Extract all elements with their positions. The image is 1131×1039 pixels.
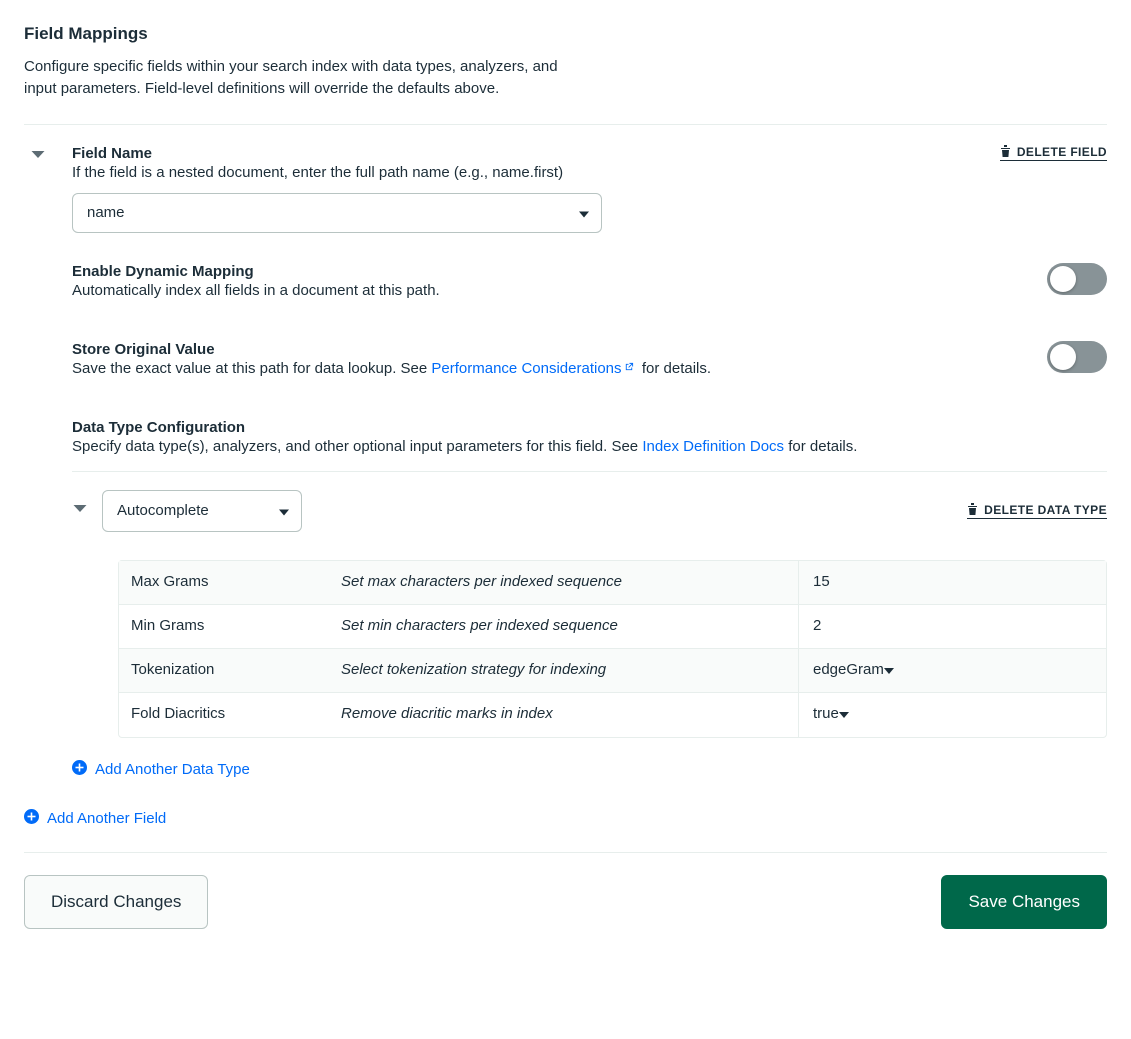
caret-down-icon xyxy=(279,502,289,519)
add-data-type-button[interactable]: Add Another Data Type xyxy=(72,760,250,779)
param-value-select[interactable]: true xyxy=(798,693,1106,737)
chevron-down-icon[interactable] xyxy=(30,150,46,167)
caret-down-icon xyxy=(579,204,589,221)
divider xyxy=(24,852,1107,853)
field-block: Field Name If the field is a nested docu… xyxy=(24,145,1107,779)
param-desc: Remove diacritic marks in index xyxy=(329,693,798,737)
store-original-desc: Save the exact value at this path for da… xyxy=(72,360,1007,377)
param-row: TokenizationSelect tokenization strategy… xyxy=(119,649,1106,693)
caret-down-icon xyxy=(884,661,894,678)
param-desc: Set max characters per indexed sequence xyxy=(329,561,798,604)
add-data-type-label: Add Another Data Type xyxy=(95,761,250,778)
param-name: Max Grams xyxy=(119,561,329,604)
param-value-input[interactable]: 2 xyxy=(798,605,1106,648)
divider xyxy=(72,471,1107,472)
delete-data-type-label: DELETE DATA TYPE xyxy=(984,503,1107,517)
store-original-label: Store Original Value xyxy=(72,341,1007,358)
trash-icon xyxy=(1000,145,1011,160)
trash-icon xyxy=(967,503,978,518)
param-name: Fold Diacritics xyxy=(119,693,329,737)
chevron-down-icon[interactable] xyxy=(72,501,88,521)
param-row: Min GramsSet min characters per indexed … xyxy=(119,605,1106,649)
plus-circle-icon xyxy=(24,809,39,828)
field-name-hint: If the field is a nested document, enter… xyxy=(72,164,563,181)
plus-circle-icon xyxy=(72,760,87,779)
discard-button[interactable]: Discard Changes xyxy=(24,875,208,929)
data-type-value: Autocomplete xyxy=(117,502,209,519)
save-button[interactable]: Save Changes xyxy=(941,875,1107,929)
param-row: Max GramsSet max characters per indexed … xyxy=(119,561,1106,605)
add-field-label: Add Another Field xyxy=(47,810,166,827)
field-name-select[interactable]: name xyxy=(72,193,602,233)
param-row: Fold DiacriticsRemove diacritic marks in… xyxy=(119,693,1106,737)
add-field-button[interactable]: Add Another Field xyxy=(24,809,166,828)
caret-down-icon xyxy=(839,705,849,722)
param-desc: Set min characters per indexed sequence xyxy=(329,605,798,648)
dynamic-mapping-label: Enable Dynamic Mapping xyxy=(72,263,1007,280)
section-title: Field Mappings xyxy=(24,24,1107,44)
external-link-icon xyxy=(622,360,634,377)
data-type-config-desc: Specify data type(s), analyzers, and oth… xyxy=(72,438,1107,455)
param-value-input[interactable]: 15 xyxy=(798,561,1106,604)
delete-field-label: DELETE FIELD xyxy=(1017,145,1107,159)
performance-link[interactable]: Performance Considerations xyxy=(431,360,633,377)
dynamic-mapping-toggle[interactable] xyxy=(1047,263,1107,295)
param-value-select[interactable]: edgeGram xyxy=(798,649,1106,692)
param-table: Max GramsSet max characters per indexed … xyxy=(118,560,1107,738)
delete-field-button[interactable]: DELETE FIELD xyxy=(1000,145,1107,161)
index-definition-docs-link[interactable]: Index Definition Docs xyxy=(642,438,784,455)
delete-data-type-button[interactable]: DELETE DATA TYPE xyxy=(967,503,1107,519)
divider xyxy=(24,124,1107,125)
param-desc: Select tokenization strategy for indexin… xyxy=(329,649,798,692)
store-original-toggle[interactable] xyxy=(1047,341,1107,373)
data-type-config-label: Data Type Configuration xyxy=(72,419,1107,436)
field-name-label: Field Name xyxy=(72,145,563,162)
field-name-value: name xyxy=(87,204,125,221)
param-name: Tokenization xyxy=(119,649,329,692)
section-desc: Configure specific fields within your se… xyxy=(24,56,564,100)
data-type-select[interactable]: Autocomplete xyxy=(102,490,302,532)
param-name: Min Grams xyxy=(119,605,329,648)
dynamic-mapping-desc: Automatically index all fields in a docu… xyxy=(72,282,1007,299)
